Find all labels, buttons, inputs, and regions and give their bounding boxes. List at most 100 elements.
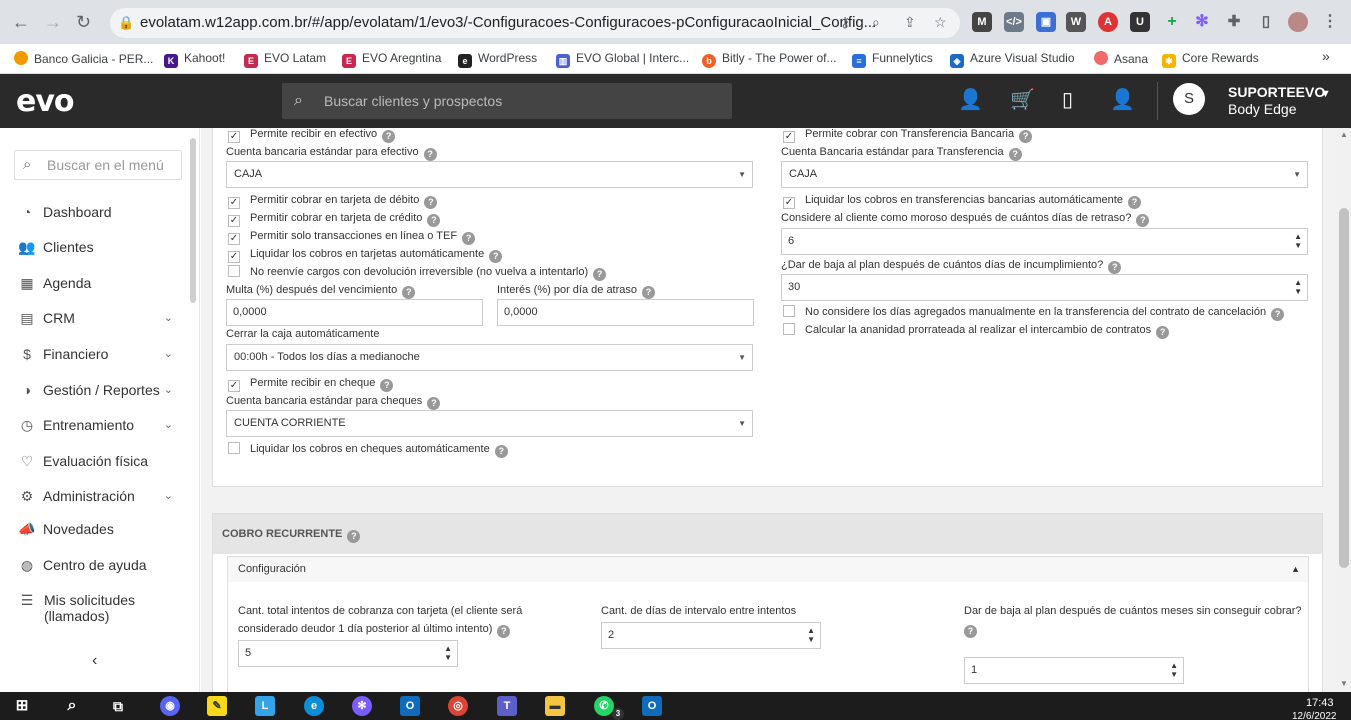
stepper-icon[interactable]: ▲ ▼	[1170, 661, 1178, 679]
help-icon[interactable]: ?	[964, 625, 977, 638]
liquidate-cards-checkbox[interactable]: ✓	[228, 251, 240, 263]
cash-allowed-checkbox[interactable]: ✓	[228, 131, 240, 143]
bookmark[interactable]: ▥ EVO Global | Interc...	[556, 51, 689, 68]
forward-icon[interactable]: →	[44, 12, 62, 32]
cheque-allowed-checkbox[interactable]: ✓	[228, 380, 240, 392]
search-icon[interactable]: ⌕	[62, 696, 82, 716]
bookmark[interactable]: Banco Galicia - PER...	[14, 51, 153, 66]
credit-checkbox[interactable]: ✓	[228, 215, 240, 227]
sidebar-item-evaluacion[interactable]: ♡ Evaluación física	[18, 450, 178, 472]
chevron-right-icon[interactable]: »	[1322, 48, 1330, 64]
cash-account-select[interactable]: CAJA ▼	[226, 161, 753, 188]
task-view-icon[interactable]: ⧉	[108, 696, 128, 716]
cancel-days-input[interactable]: 30 ▲ ▼	[781, 274, 1308, 301]
help-icon[interactable]: ?	[402, 286, 416, 299]
notes-icon[interactable]: ✎	[207, 696, 227, 716]
reload-icon[interactable]: ↻	[76, 12, 91, 32]
zoom-icon[interactable]: ⌕	[872, 14, 880, 31]
sidebar-scrollbar[interactable]	[190, 138, 196, 303]
extension-icon[interactable]: M	[972, 12, 992, 32]
scrollbar-thumb[interactable]	[1339, 208, 1349, 568]
stepper-icon[interactable]: ▲ ▼	[1294, 232, 1302, 250]
user-check-icon[interactable]: 👤	[1110, 88, 1135, 112]
sidebar-item-gestion[interactable]: ◑ Gestión / Reportes ⌄	[18, 379, 178, 401]
sidepanel-icon[interactable]: ▯	[1256, 12, 1276, 32]
bookmark[interactable]: b Bitly - The Power of...	[702, 51, 837, 68]
sidebar-item-centro-ayuda[interactable]: ◍ Centro de ayuda	[18, 554, 178, 576]
cheque-account-select[interactable]: CUENTA CORRIENTE ▼	[226, 410, 753, 437]
stepper-icon[interactable]: ▲ ▼	[1294, 278, 1302, 296]
help-icon[interactable]: ?	[427, 214, 441, 227]
client-search-input[interactable]: ⌕ Buscar clientes y prospectos	[282, 83, 732, 119]
help-icon[interactable]: ?	[1127, 196, 1141, 209]
transfer-account-select[interactable]: CAJA ▼	[781, 161, 1308, 188]
months-input[interactable]: 1 ▲ ▼	[964, 657, 1184, 684]
folder-icon[interactable]: ▬	[545, 696, 565, 716]
whatsapp-icon[interactable]: ✆	[594, 696, 614, 716]
device-icon[interactable]: ▯	[1062, 88, 1073, 112]
liquidate-cheques-checkbox[interactable]	[228, 442, 240, 454]
help-icon[interactable]: ?	[380, 379, 394, 392]
help-icon[interactable]: ?	[424, 196, 438, 209]
key-icon[interactable]: ⚷	[840, 14, 850, 31]
back-icon[interactable]: ←	[12, 12, 30, 32]
user-name[interactable]: SUPORTEEVO	[1228, 85, 1325, 100]
close-cash-select[interactable]: 00:00h - Todos los días a medianoche ▼	[226, 344, 753, 371]
sidebar-item-financiero[interactable]: $ Financiero ⌄	[18, 343, 178, 365]
sidebar-item-clientes[interactable]: 👥 Clientes	[18, 236, 178, 258]
discord-icon[interactable]: ◉	[160, 696, 180, 716]
sidebar-item-dashboard[interactable]: ◔ Dashboard	[18, 201, 178, 223]
bookmark[interactable]: E EVO Latam	[244, 51, 326, 68]
share-icon[interactable]: ⇪	[904, 14, 916, 31]
bookmark[interactable]: ✱ Core Rewards	[1162, 51, 1259, 68]
clock[interactable]: 17:43	[1306, 697, 1334, 709]
evo-logo[interactable]: evo	[16, 84, 75, 119]
configuration-accordion-header[interactable]: Configuración ▲	[227, 556, 1309, 583]
wordpress-extension-icon[interactable]: W	[1066, 12, 1086, 32]
outlook-icon[interactable]: O	[400, 696, 420, 716]
kebab-menu-icon[interactable]: ⋮	[1320, 12, 1340, 32]
help-icon[interactable]: ?	[423, 148, 437, 161]
help-icon[interactable]: ?	[427, 397, 441, 410]
liquidate-transfers-checkbox[interactable]: ✓	[783, 197, 795, 209]
app-icon[interactable]: ✻	[352, 696, 372, 716]
scroll-up-icon[interactable]: ▲	[1340, 130, 1348, 139]
help-icon[interactable]: ?	[497, 625, 511, 638]
outlook-icon[interactable]: O	[642, 696, 662, 716]
help-icon[interactable]: ?	[382, 130, 396, 143]
add-user-icon[interactable]: 👤	[958, 88, 983, 112]
sidebar-item-crm[interactable]: ▤ CRM ⌄	[18, 307, 178, 329]
stepper-icon[interactable]: ▲ ▼	[444, 644, 452, 662]
no-consider-days-checkbox[interactable]	[783, 305, 795, 317]
app-icon[interactable]: L	[255, 696, 275, 716]
page-scrollbar[interactable]: ▲ ▼	[1337, 128, 1351, 692]
chevron-down-icon[interactable]: ▼	[1320, 88, 1331, 100]
sidebar-item-entrenamiento[interactable]: ◷ Entrenamiento ⌄	[18, 414, 178, 436]
interval-input[interactable]: 2 ▲ ▼	[601, 622, 821, 649]
profile-avatar[interactable]	[1288, 12, 1308, 32]
help-icon[interactable]: ?	[593, 268, 607, 281]
plus-extension-icon[interactable]: +	[1162, 12, 1182, 32]
help-icon[interactable]: ?	[1008, 148, 1022, 161]
code-extension-icon[interactable]: </>	[1004, 12, 1024, 32]
help-icon[interactable]: ?	[1108, 261, 1122, 274]
avatar[interactable]: S	[1173, 83, 1205, 115]
windows-start-icon[interactable]: ⊞	[12, 696, 32, 716]
collapse-sidebar-icon[interactable]: ‹	[92, 652, 97, 670]
address-bar[interactable]: 🔒 evolatam.w12app.com.br/#/app/evolatam/…	[110, 8, 960, 38]
bookmark[interactable]: ◈ Azure Visual Studio	[950, 51, 1075, 68]
help-icon[interactable]: ?	[1271, 308, 1285, 321]
help-icon[interactable]: ?	[347, 530, 361, 543]
online-only-checkbox[interactable]: ✓	[228, 233, 240, 245]
star-icon[interactable]: ☆	[934, 14, 947, 31]
help-icon[interactable]: ?	[1136, 214, 1150, 227]
gear-extension-icon[interactable]: ✻	[1192, 12, 1212, 32]
bookmark[interactable]: Asana	[1094, 51, 1148, 66]
interest-input[interactable]: 0,0000	[497, 299, 754, 326]
adblock-icon[interactable]: A	[1098, 12, 1118, 32]
extension-icon[interactable]: ▣	[1036, 12, 1056, 32]
teams-icon[interactable]: T	[497, 696, 517, 716]
debit-checkbox[interactable]: ✓	[228, 197, 240, 209]
chrome-icon[interactable]: ◎	[448, 696, 468, 716]
help-icon[interactable]: ?	[494, 445, 508, 458]
